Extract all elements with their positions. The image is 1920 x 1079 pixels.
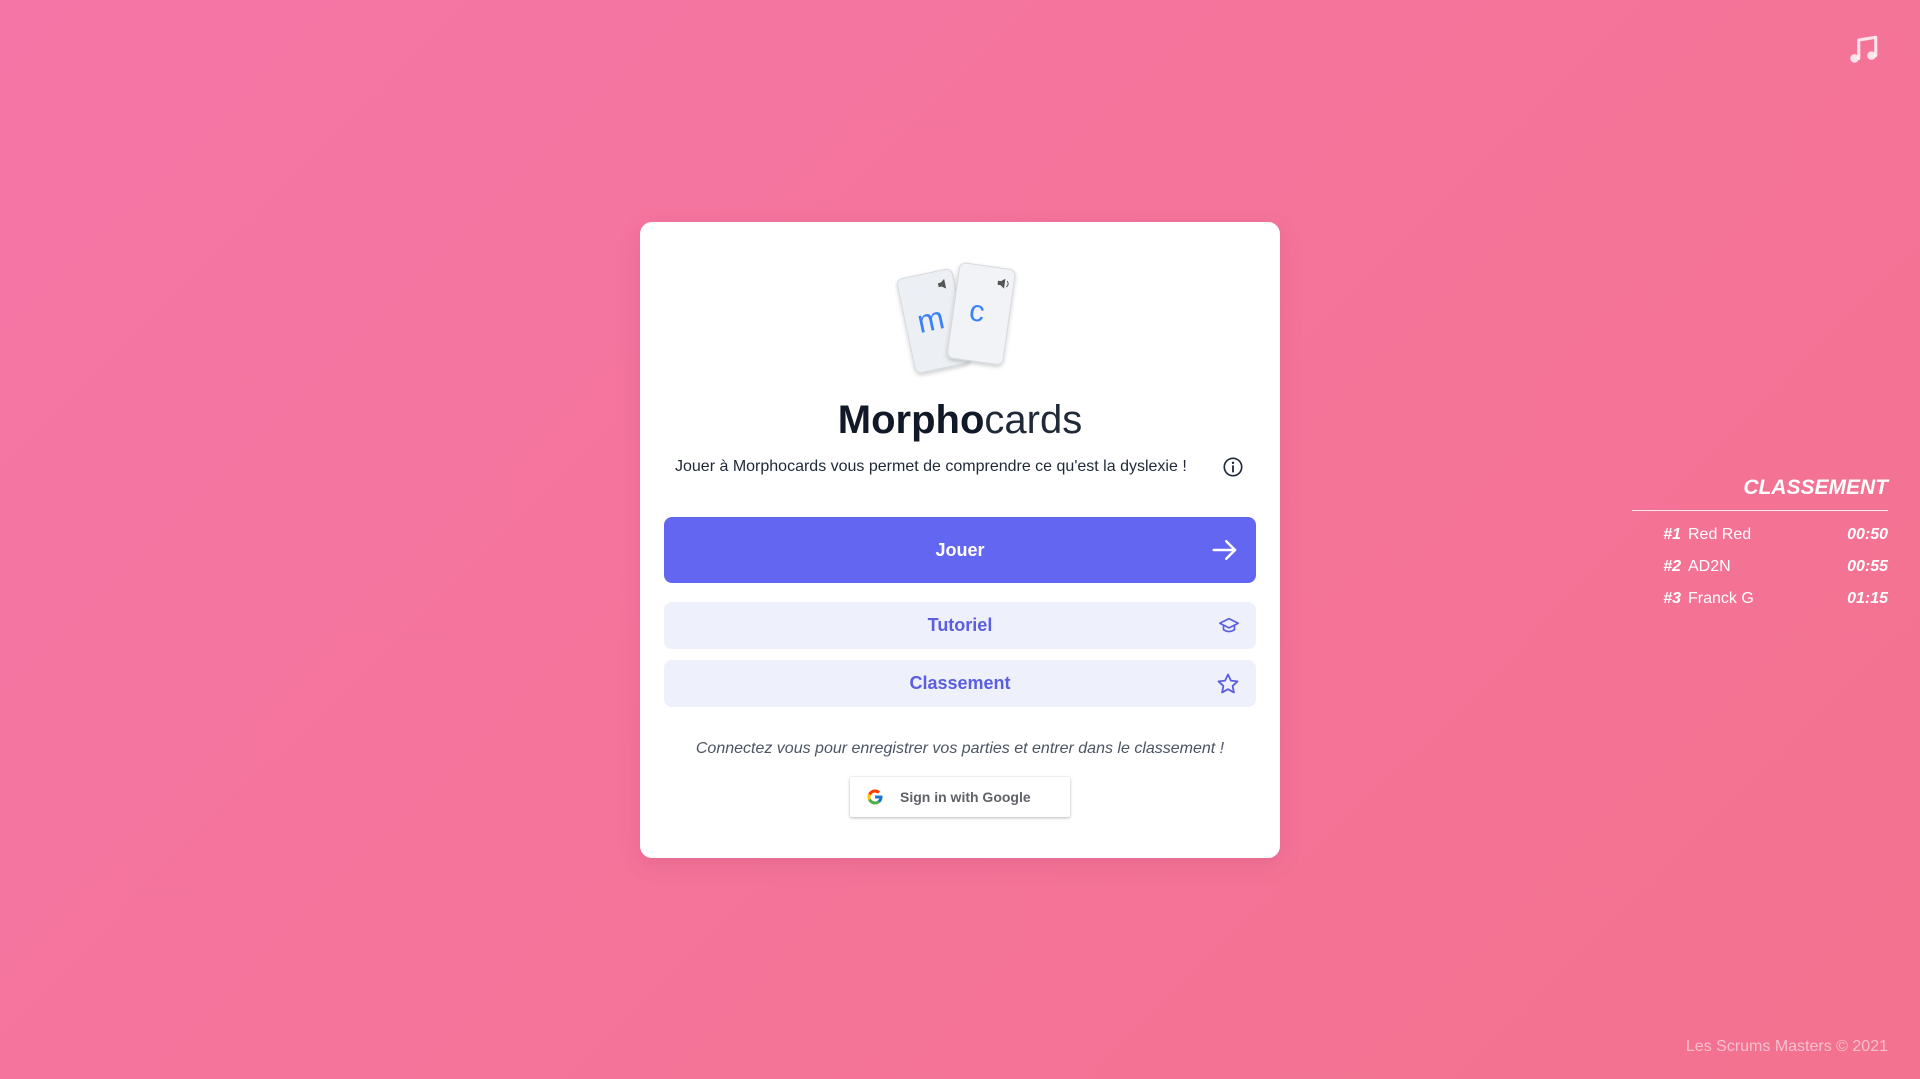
- app-subtitle: Jouer à Morphocards vous permet de compr…: [675, 458, 1187, 475]
- ranking-button[interactable]: Classement: [664, 660, 1256, 707]
- ranking-player-name: Franck G: [1688, 590, 1754, 607]
- ranking-panel: CLASSEMENT #1 Red Red 00:50 #2 AD2N 00:5…: [1632, 470, 1888, 615]
- morphocards-logo: m c: [896, 262, 1016, 374]
- graduation-cap-icon: [1219, 617, 1239, 632]
- play-button[interactable]: Jouer: [664, 517, 1256, 583]
- connect-prompt: Connectez vous pour enregistrer vos part…: [695, 740, 1225, 757]
- ranking-position: #1: [1663, 526, 1681, 543]
- tutorial-button[interactable]: Tutoriel: [664, 602, 1256, 649]
- play-button-label: Jouer: [935, 540, 985, 560]
- ranking-time: 00:55: [1847, 558, 1888, 575]
- footer-copyright: Les Scrums Masters © 2021: [1685, 1038, 1888, 1055]
- ranking-row: #1 Red Red 00:50: [1632, 519, 1888, 551]
- info-icon[interactable]: [1222, 456, 1244, 478]
- google-signin-button[interactable]: Sign in with Google: [850, 777, 1070, 817]
- ranking-time: 01:15: [1847, 590, 1888, 607]
- google-signin-label: Sign in with Google: [900, 789, 1031, 805]
- app-title: Morphocards: [640, 396, 1280, 444]
- ranking-player-name: Red Red: [1688, 526, 1752, 543]
- ranking-row: #3 Franck G 01:15: [1632, 583, 1888, 615]
- google-icon: [867, 789, 883, 805]
- app-title-light: cards: [984, 398, 1083, 442]
- app-title-bold: Morpho: [837, 398, 985, 442]
- ranking-player-name: AD2N: [1688, 558, 1731, 575]
- ranking-row: #2 AD2N 00:55: [1632, 551, 1888, 583]
- ranking-position: #3: [1663, 590, 1681, 607]
- tutorial-button-label: Tutoriel: [927, 615, 993, 635]
- ranking-time: 00:50: [1847, 526, 1888, 543]
- star-icon: [1217, 673, 1239, 693]
- ranking-button-label: Classement: [909, 673, 1011, 693]
- music-toggle-button[interactable]: [1846, 33, 1880, 67]
- ranking-divider: [1632, 510, 1888, 511]
- ranking-position: #2: [1663, 558, 1681, 575]
- arrow-right-icon: [1212, 540, 1237, 560]
- main-card: m c Morphocards Jouer à Morphocards vous…: [640, 222, 1280, 858]
- music-note-icon: [1850, 35, 1878, 63]
- ranking-title: CLASSEMENT: [1743, 476, 1888, 499]
